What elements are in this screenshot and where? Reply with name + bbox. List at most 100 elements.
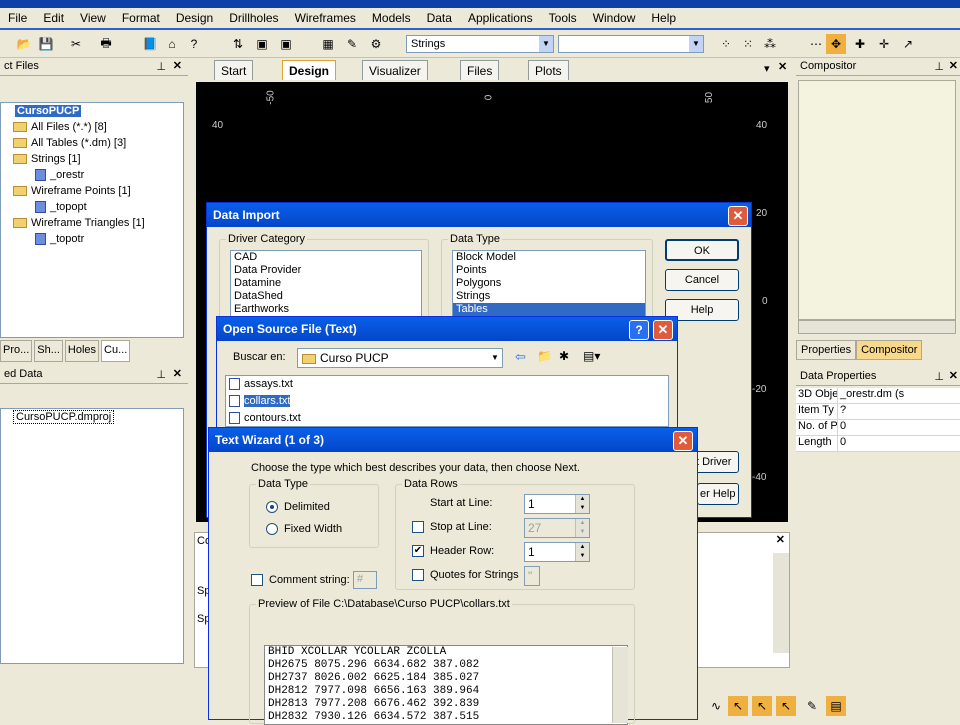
menu-format[interactable]: Format: [114, 11, 168, 25]
start-line-stepper[interactable]: 1 ▲ ▼: [524, 494, 590, 514]
property-row[interactable]: Length 0: [796, 436, 960, 452]
stop-line-stepper[interactable]: 27 ▲ ▼: [524, 518, 590, 538]
close-icon[interactable]: ✕: [173, 59, 182, 72]
menu-models[interactable]: Models: [364, 11, 419, 25]
file-item[interactable]: contours.txt: [244, 412, 301, 424]
driver-help-button[interactable]: er Help: [697, 483, 739, 505]
header-row-checkbox[interactable]: ✔ Header Row:: [412, 545, 494, 558]
window-icon[interactable]: ▣: [252, 34, 272, 54]
chevron-down-icon[interactable]: ▼: [539, 36, 553, 52]
chevron-down-icon[interactable]: ▼: [488, 349, 502, 367]
look-in-combo[interactable]: Curso PUCP ▼: [297, 348, 503, 368]
tools-icon[interactable]: ⚙: [366, 34, 386, 54]
list-item[interactable]: Polygons: [453, 277, 645, 290]
pin-icon[interactable]: ⊥: [934, 370, 944, 383]
help-icon[interactable]: ?: [629, 320, 649, 340]
pin-icon[interactable]: ⊥: [156, 368, 166, 381]
arrow-icon[interactable]: ↗: [898, 34, 918, 54]
close-icon[interactable]: ✕: [673, 431, 693, 451]
cursor3-icon[interactable]: ↖: [776, 696, 796, 716]
close-icon[interactable]: ✕: [173, 367, 182, 380]
book-icon[interactable]: 📘: [140, 34, 160, 54]
add-icon[interactable]: ✛: [874, 34, 894, 54]
pin-icon[interactable]: ⊥: [934, 60, 944, 73]
menu-data[interactable]: Data: [419, 11, 460, 25]
quotes-field[interactable]: ": [524, 566, 540, 586]
save-icon[interactable]: 💾: [36, 34, 56, 54]
menu-window[interactable]: Window: [585, 11, 644, 25]
list-item[interactable]: Earthworks: [231, 303, 421, 316]
tab-design[interactable]: Design: [282, 60, 337, 80]
quotes-checkbox[interactable]: Quotes for Strings: [412, 569, 519, 582]
delimited-radio[interactable]: Delimited: [266, 501, 330, 514]
grid-icon[interactable]: ▦: [318, 34, 338, 54]
list-item[interactable]: DataShed: [231, 290, 421, 303]
fixed-width-radio[interactable]: Fixed Width: [266, 523, 342, 536]
list-item[interactable]: Strings: [453, 290, 645, 303]
close-icon[interactable]: ✕: [778, 60, 787, 73]
header-row-stepper[interactable]: 1 ▲ ▼: [524, 542, 590, 562]
tab-visualizer[interactable]: Visualizer: [362, 60, 428, 80]
file-item[interactable]: assays.txt: [244, 378, 293, 390]
print-icon[interactable]: 🖶: [96, 34, 116, 54]
tab-files[interactable]: Files: [460, 60, 500, 80]
back-icon[interactable]: ⇦: [515, 349, 526, 365]
tree-item[interactable]: Wireframe Points [1]: [31, 185, 131, 197]
tab-plots[interactable]: Plots: [528, 60, 569, 80]
tree-item[interactable]: All Tables (*.dm) [3]: [31, 137, 126, 149]
window2-icon[interactable]: ▣: [276, 34, 296, 54]
layer-icon[interactable]: ▤: [826, 696, 846, 716]
points3-icon[interactable]: ⁂: [760, 34, 780, 54]
comment-checkbox[interactable]: Comment string:: [251, 574, 350, 587]
cursor2-icon[interactable]: ↖: [752, 696, 772, 716]
property-row[interactable]: No. of P0: [796, 420, 960, 436]
list-item[interactable]: Data Provider: [231, 264, 421, 277]
loaded-item[interactable]: CursoPUCP.dmproj: [13, 410, 115, 424]
tree-item[interactable]: _topopt: [50, 201, 87, 213]
view-menu-icon[interactable]: ▤▾: [583, 349, 600, 363]
tree-item[interactable]: Strings [1]: [31, 153, 81, 165]
cut-icon[interactable]: ✂: [66, 34, 86, 54]
close-icon[interactable]: ✕: [776, 533, 785, 546]
property-row[interactable]: 3D Obje _orestr.dm (s: [796, 388, 960, 404]
tab-start[interactable]: Start: [214, 60, 254, 80]
curve-icon[interactable]: ∿: [706, 696, 726, 716]
list-item[interactable]: Tables: [453, 303, 645, 316]
menu-wireframes[interactable]: Wireframes: [287, 11, 364, 25]
comment-field[interactable]: #: [353, 571, 377, 589]
vertical-scrollbar[interactable]: [773, 553, 789, 653]
tree-root[interactable]: CursoPUCP: [15, 105, 82, 117]
data-type-list[interactable]: Block Model Points Polygons Strings Tabl…: [452, 250, 646, 318]
menu-view[interactable]: View: [72, 11, 114, 25]
move-icon[interactable]: ✚: [850, 34, 870, 54]
tree-item[interactable]: All Files (*.*) [8]: [31, 121, 107, 133]
list-item[interactable]: Points: [453, 264, 645, 277]
home-icon[interactable]: ⌂: [162, 34, 182, 54]
menu-help[interactable]: Help: [643, 11, 684, 25]
list-item[interactable]: CAD: [231, 251, 421, 264]
close-icon[interactable]: ✕: [949, 369, 958, 382]
property-row[interactable]: Item Ty?: [796, 404, 960, 420]
horizontal-scrollbar[interactable]: [798, 320, 956, 334]
strings-combo[interactable]: Strings ▼: [406, 35, 554, 53]
close-icon[interactable]: ✕: [949, 59, 958, 72]
close-icon[interactable]: ✕: [653, 320, 673, 340]
second-combo[interactable]: ▼: [558, 35, 704, 53]
driver-button[interactable]: t Driver: [693, 451, 739, 473]
help-icon[interactable]: ?: [184, 34, 204, 54]
pin-icon[interactable]: ⊥: [156, 60, 166, 73]
ok-button[interactable]: OK: [665, 239, 739, 261]
menu-edit[interactable]: Edit: [35, 11, 72, 25]
tab-current[interactable]: Cu...: [101, 340, 131, 362]
chevron-down-icon[interactable]: ▼: [689, 36, 703, 52]
tab-sheets[interactable]: Sh...: [34, 340, 63, 362]
cancel-button[interactable]: Cancel: [665, 269, 739, 291]
menu-file[interactable]: File: [0, 11, 35, 25]
cursor-icon[interactable]: ↖: [728, 696, 748, 716]
pencil-icon[interactable]: ✎: [802, 696, 822, 716]
file-list[interactable]: assays.txt collars.txt contours.txt: [225, 375, 669, 427]
tab-properties[interactable]: Properties: [796, 340, 857, 360]
menu-tools[interactable]: Tools: [541, 11, 585, 25]
menu-drillholes[interactable]: Drillholes: [221, 11, 286, 25]
tab-project[interactable]: Pro...: [0, 340, 33, 362]
